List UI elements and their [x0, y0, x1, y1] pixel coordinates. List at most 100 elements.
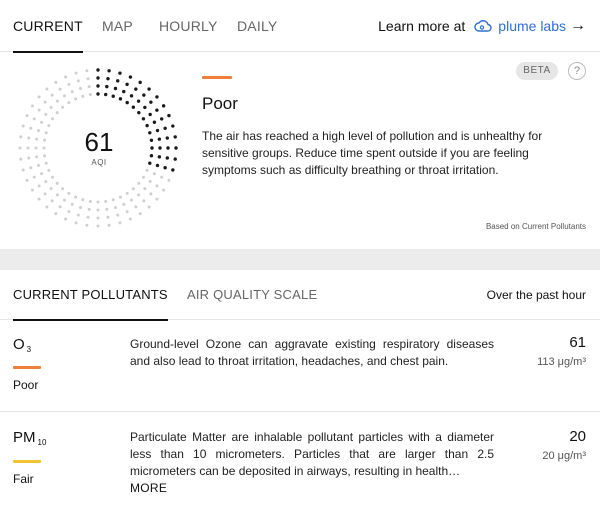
gauge-dot	[87, 85, 91, 89]
gauge-dot	[81, 198, 85, 202]
gauge-dot-active	[157, 137, 162, 141]
gauge-dot-active	[173, 157, 177, 161]
learn-more-text: Learn more at	[378, 18, 466, 34]
pollutant-level-bar	[13, 460, 41, 463]
gauge-dot	[79, 87, 83, 91]
gauge-dot	[19, 135, 23, 139]
gauge-dot-active	[96, 76, 100, 80]
gauge-dot-active	[129, 94, 134, 98]
pollutant-row-o3: O3 Poor Ground-level Ozone can aggravate…	[0, 320, 600, 411]
gauge-dot	[51, 117, 55, 121]
gauge-dot	[147, 205, 151, 209]
gauge-dot	[107, 223, 111, 227]
gauge-dot	[47, 168, 51, 172]
gauge-dot	[160, 175, 164, 179]
gauge-dot-active	[159, 117, 164, 121]
more-link[interactable]: MORE	[130, 480, 494, 497]
gauge-dot	[42, 146, 46, 150]
gauge-dot	[40, 172, 44, 176]
tab-current[interactable]: CURRENT	[13, 0, 83, 53]
plume-cloud-icon	[473, 16, 493, 36]
gauge-dot	[32, 175, 36, 179]
gauge-dot	[67, 210, 71, 214]
gauge-dot	[37, 184, 41, 188]
pollutant-name: O3	[13, 336, 31, 354]
gauge-dot-active	[143, 105, 147, 110]
gauge-dot-active	[165, 136, 169, 140]
pollutant-level: Fair	[13, 472, 34, 486]
gauge-dot	[86, 215, 90, 219]
gauge-dot	[111, 198, 115, 202]
gauge-dot-active	[131, 105, 136, 109]
gauge-dot	[61, 187, 65, 191]
pollutant-index-value: 61	[569, 334, 586, 351]
gauge-dot-active	[113, 86, 118, 91]
gauge-dot	[76, 79, 80, 83]
gauge-dot	[21, 124, 25, 128]
gauge-dot	[43, 154, 47, 158]
gauge-dot-active	[150, 146, 154, 150]
gauge-dot	[26, 146, 30, 150]
gauge-dot-active	[118, 97, 123, 101]
gauge-dot	[49, 105, 53, 109]
tab-daily[interactable]: DAILY	[237, 0, 277, 52]
gauge-dot	[81, 94, 85, 98]
gauge-dot	[45, 87, 49, 91]
gauge-dot	[58, 205, 62, 209]
gauge-dot	[37, 129, 41, 133]
gauge-dot-active	[118, 71, 122, 75]
gauge-dot	[152, 172, 156, 176]
pollutant-index-value: 20	[569, 428, 586, 445]
gauge-dot	[62, 94, 66, 98]
gauge-dot-active	[171, 124, 175, 128]
learn-more-link[interactable]: Learn more at plume labs →	[378, 0, 586, 52]
gauge-dot	[125, 210, 129, 214]
gauge-dot-active	[171, 168, 175, 172]
gauge-dot	[106, 215, 110, 219]
pollutant-tabs: CURRENT POLLUTANTS AIR QUALITY SCALE Ove…	[0, 270, 600, 321]
gauge-dot	[131, 187, 135, 191]
tab-air-quality-scale[interactable]: AIR QUALITY SCALE	[187, 270, 317, 320]
tab-current-pollutants[interactable]: CURRENT POLLUTANTS	[13, 270, 168, 321]
plume-labs-brand: plume labs	[498, 18, 566, 34]
gauge-dot	[21, 168, 25, 172]
gauge-dot	[155, 197, 159, 201]
gauge-dot	[76, 213, 80, 217]
help-icon[interactable]: ?	[568, 62, 586, 80]
gauge-dot-active	[157, 155, 162, 159]
aqi-level-title: Poor	[202, 94, 238, 113]
gauge-dot-active	[107, 69, 111, 73]
gauge-dot-active	[116, 79, 120, 83]
gauge-dot	[32, 117, 36, 121]
gauge-dot-active	[105, 84, 109, 89]
gauge-dot-active	[161, 104, 166, 108]
gauge-dot	[61, 105, 65, 109]
pollutant-subscript: 10	[37, 438, 47, 447]
gauge-dot	[87, 207, 91, 211]
gauge-dot	[18, 146, 22, 150]
gauge-dot	[67, 82, 71, 86]
gauge-dot	[86, 77, 90, 81]
gauge-dot-active	[147, 87, 151, 91]
beta-badge: BETA	[516, 62, 558, 80]
gauge-dot	[70, 90, 74, 94]
gauge-dot	[37, 108, 41, 112]
gauge-dot	[29, 166, 33, 170]
gauge-dot	[118, 221, 122, 225]
gauge-dot	[137, 181, 141, 185]
tab-map[interactable]: MAP	[102, 0, 133, 52]
gauge-dot-active	[163, 166, 167, 170]
gauge-dot-active	[148, 161, 152, 165]
tab-hourly[interactable]: HOURLY	[159, 0, 218, 52]
gauge-dot-active	[122, 89, 126, 94]
gauge-dot	[30, 188, 34, 192]
gauge-dot	[35, 155, 39, 159]
gauge-dot-active	[128, 75, 133, 79]
gauge-dot	[27, 136, 31, 140]
gauge-dot	[34, 146, 38, 150]
gauge-dot	[74, 71, 78, 75]
gauge-dot	[79, 205, 83, 209]
gauge-dot	[43, 138, 47, 142]
gauge-dot	[148, 180, 152, 184]
gauge-dot	[149, 192, 153, 196]
